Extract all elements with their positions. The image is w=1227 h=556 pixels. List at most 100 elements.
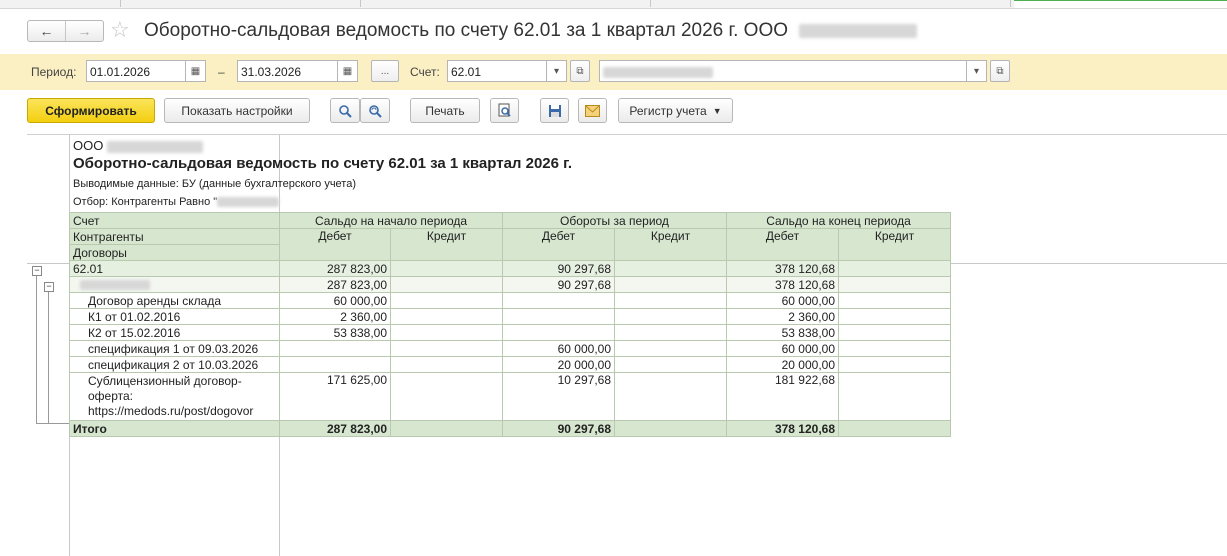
header-debit: Дебет — [279, 228, 391, 261]
calendar-icon[interactable]: ▦ — [186, 60, 206, 82]
cell-opening-credit — [390, 340, 503, 357]
table-row[interactable]: К2 от 15.02.2016 53 838,00 53 838,00 — [69, 324, 951, 341]
cell-turnover-credit — [614, 276, 727, 293]
cell-opening-debit: 53 838,00 — [279, 324, 391, 341]
row-name: спецификация 2 от 10.03.2026 — [69, 356, 280, 373]
cell-turnover-credit — [614, 324, 727, 341]
mail-icon[interactable] — [578, 98, 607, 123]
forward-icon[interactable]: → — [66, 21, 103, 41]
cell-turnover-credit — [614, 340, 727, 357]
table-row[interactable]: 287 823,00 90 297,68 378 120,68 — [69, 276, 951, 293]
collapse-icon[interactable]: − — [44, 282, 54, 292]
report-output-data: Выводимые данные: БУ (данные бухгалтерск… — [73, 178, 356, 190]
chevron-down-icon[interactable]: ▾ — [967, 60, 987, 82]
header-opening-balance: Сальдо на начало периода — [279, 212, 503, 229]
table-row[interactable]: спецификация 1 от 09.03.2026 60 000,00 6… — [69, 340, 951, 357]
open-icon[interactable]: ⧉ — [570, 60, 590, 82]
cell-closing-credit — [838, 276, 951, 293]
cell-turnover-debit: 90 297,68 — [502, 276, 615, 293]
redacted-org-name — [106, 140, 203, 153]
cell-opening-credit — [390, 356, 503, 373]
tab-3[interactable] — [360, 0, 651, 7]
tab-2[interactable] — [120, 0, 361, 7]
row-name: спецификация 1 от 09.03.2026 — [69, 340, 280, 357]
generate-button[interactable]: Сформировать — [27, 98, 155, 123]
cell-turnover-debit: 90 297,68 — [502, 260, 615, 277]
table-row[interactable]: Договор аренды склада 60 000,00 60 000,0… — [69, 292, 951, 309]
table-row[interactable]: К1 от 01.02.2016 2 360,00 2 360,00 — [69, 308, 951, 325]
counterparty-input[interactable] — [599, 60, 967, 82]
cell-turnover-debit: 60 000,00 — [502, 340, 615, 357]
print-button[interactable]: Печать — [410, 98, 480, 123]
cell-closing-credit — [838, 356, 951, 373]
table-row[interactable]: 62.01 287 823,00 90 297,68 378 120,68 — [69, 260, 951, 277]
total-opening-credit — [390, 420, 503, 437]
cell-closing-credit — [838, 340, 951, 357]
total-opening-debit: 287 823,00 — [279, 420, 391, 437]
print-preview-icon[interactable] — [490, 98, 519, 123]
search-refresh-icon[interactable] — [360, 98, 390, 123]
redacted-org-name — [799, 23, 918, 38]
cell-turnover-credit — [614, 260, 727, 277]
redacted-counterparty — [217, 197, 280, 208]
account-label: Счет: — [410, 65, 440, 79]
cell-closing-credit — [838, 292, 951, 309]
date-from-input[interactable]: 01.01.2026 — [86, 60, 186, 82]
show-settings-button[interactable]: Показать настройки — [164, 98, 310, 123]
cell-closing-debit: 60 000,00 — [726, 340, 839, 357]
page-title: Оборотно-сальдовая ведомость по счету 62… — [144, 20, 918, 42]
cell-turnover-credit — [614, 356, 727, 373]
save-icon[interactable] — [540, 98, 569, 123]
calendar-icon[interactable]: ▦ — [338, 60, 358, 82]
header-row: Контрагенты Дебет Кредит Дебет Кредит Де… — [69, 228, 951, 261]
cell-closing-credit — [838, 260, 951, 277]
tab-4[interactable] — [650, 0, 1011, 7]
row-name: К1 от 01.02.2016 — [69, 308, 280, 325]
redacted-counterparty — [80, 280, 150, 291]
redacted-counterparty — [603, 67, 713, 79]
back-icon[interactable]: ← — [28, 21, 66, 41]
nav-buttons: ← → — [27, 20, 104, 42]
cell-opening-debit: 171 625,00 — [279, 372, 391, 421]
cell-closing-debit: 378 120,68 — [726, 276, 839, 293]
cell-turnover-credit — [614, 372, 727, 421]
account-input[interactable]: 62.01 — [447, 60, 547, 82]
row-name — [69, 276, 280, 293]
header-credit: Кредит — [614, 228, 727, 261]
title-bar: ← → ☆ Оборотно-сальдовая ведомость по сч… — [0, 8, 1227, 52]
cell-opening-debit — [279, 356, 391, 373]
date-to-input[interactable]: 31.03.2026 — [237, 60, 338, 82]
cell-turnover-debit — [502, 324, 615, 341]
report-selection-text: Отбор: Контрагенты Равно " — [73, 196, 218, 208]
cell-closing-credit — [838, 308, 951, 325]
favorite-star-icon[interactable]: ☆ — [110, 17, 130, 43]
report-area: ООО Оборотно-сальдовая ведомость по счет… — [27, 134, 1227, 556]
report-table: Счет Сальдо на начало периода Обороты за… — [69, 212, 951, 437]
header-account: Счет — [69, 212, 280, 229]
table-row[interactable]: спецификация 2 от 10.03.2026 20 000,00 2… — [69, 356, 951, 373]
search-icon[interactable] — [330, 98, 360, 123]
total-closing-debit: 378 120,68 — [726, 420, 839, 437]
header-closing-balance: Сальдо на конец периода — [726, 212, 951, 229]
total-closing-credit — [838, 420, 951, 437]
period-label: Период: — [31, 65, 77, 79]
tab-1[interactable] — [0, 0, 121, 7]
cell-closing-debit: 20 000,00 — [726, 356, 839, 373]
register-dropdown[interactable]: Регистр учета ▼ — [618, 98, 733, 123]
table-row[interactable]: Сублицензионный договор-оферта: https://… — [69, 372, 951, 421]
total-turnover-credit — [614, 420, 727, 437]
collapse-icon[interactable]: − — [32, 266, 42, 276]
tab-active[interactable] — [1014, 0, 1227, 8]
report-org: ООО — [73, 138, 203, 153]
period-dash: – — [218, 65, 225, 79]
total-row[interactable]: Итого 287 823,00 90 297,68 378 120,68 — [69, 420, 951, 437]
cell-opening-debit — [279, 340, 391, 357]
header-turnover: Обороты за период — [502, 212, 727, 229]
cell-closing-credit — [838, 324, 951, 341]
chevron-down-icon[interactable]: ▾ — [547, 60, 567, 82]
cell-opening-credit — [390, 260, 503, 277]
period-select-button[interactable]: ... — [371, 60, 399, 82]
report-selection: Отбор: Контрагенты Равно " — [73, 196, 280, 208]
cell-closing-debit: 60 000,00 — [726, 292, 839, 309]
open-icon[interactable]: ⧉ — [990, 60, 1010, 82]
